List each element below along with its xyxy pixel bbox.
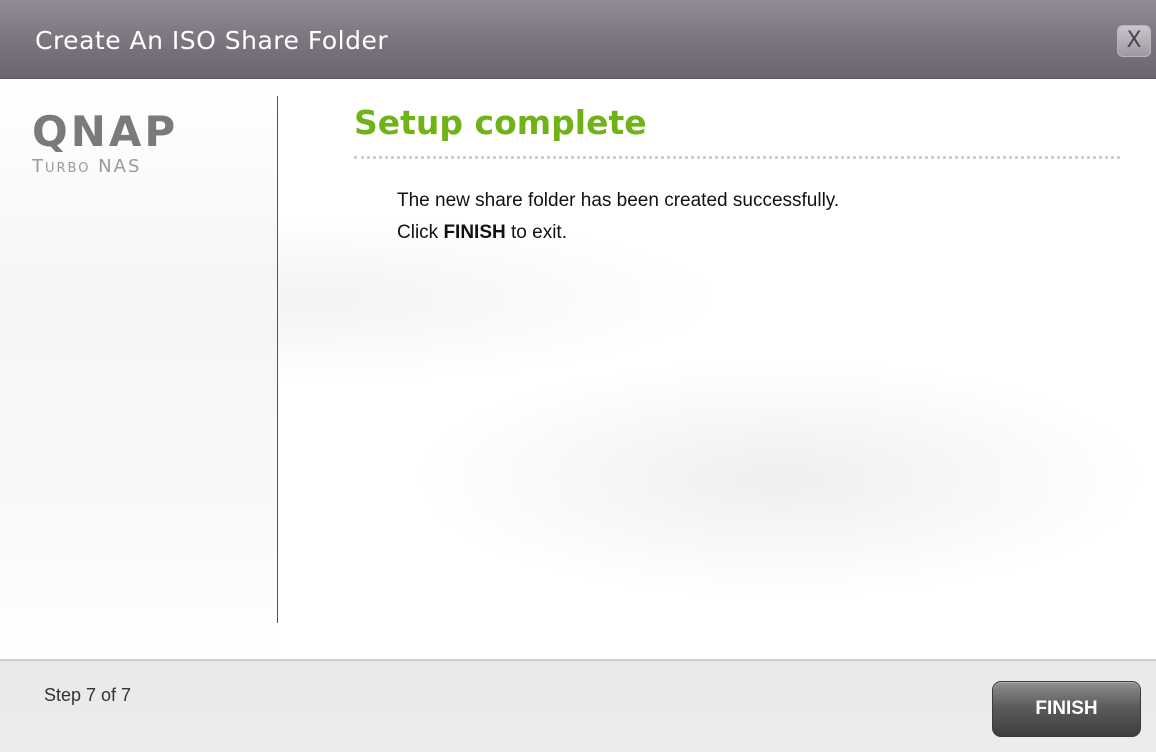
- dialog-title: Create An ISO Share Folder: [35, 26, 389, 55]
- qnap-logo: QNAP Turbo NAS: [32, 107, 179, 178]
- completion-message: The new share folder has been created su…: [397, 185, 839, 249]
- sidebar-divider: [277, 96, 278, 623]
- logo-brand: QNAP: [32, 107, 179, 156]
- finish-button-label: FINISH: [1035, 698, 1098, 719]
- message-prefix: Click: [397, 222, 444, 243]
- logo-subtitle: Turbo NAS: [32, 156, 142, 177]
- message-finish-keyword: FINISH: [443, 222, 506, 243]
- step-indicator: Step 7 of 7: [44, 685, 132, 705]
- message-line-1: The new share folder has been created su…: [397, 190, 840, 211]
- sidebar: QNAP Turbo NAS: [0, 79, 278, 659]
- iso-share-folder-dialog: Create An ISO Share Folder X QNAP Turbo …: [0, 0, 1156, 752]
- dialog-body: QNAP Turbo NAS Setup complete The new sh…: [0, 79, 1156, 659]
- page-heading: Setup complete: [354, 103, 647, 142]
- close-button[interactable]: X: [1117, 25, 1151, 57]
- finish-button[interactable]: FINISH: [992, 681, 1141, 737]
- title-bar: Create An ISO Share Folder X: [0, 0, 1156, 79]
- dialog-footer: Step 7 of 7 FINISH: [0, 659, 1156, 752]
- message-suffix: to exit.: [505, 222, 567, 243]
- close-icon: X: [1126, 28, 1142, 53]
- heading-divider: [354, 156, 1120, 159]
- message-line-2: Click FINISH to exit.: [397, 217, 839, 249]
